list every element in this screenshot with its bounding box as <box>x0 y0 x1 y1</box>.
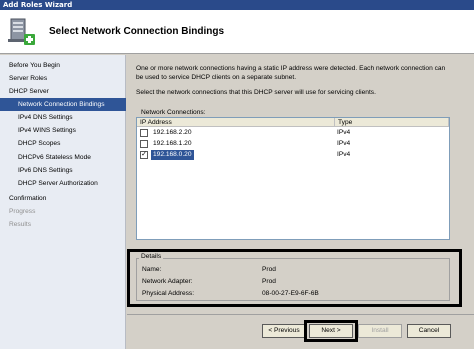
column-header-type[interactable]: Type <box>335 118 449 127</box>
sidebar-item-network-connection-bindings[interactable]: Network Connection Bindings <box>0 98 126 111</box>
details-adapter-value: Prod <box>262 278 276 285</box>
sidebar-item-ipv4-dns-settings[interactable]: IPv4 DNS Settings <box>0 111 126 124</box>
connection-row[interactable]: 192.168.2.20 IPv4 <box>137 128 449 138</box>
sidebar-item-confirmation[interactable]: Confirmation <box>0 192 126 205</box>
sidebar-item-dhcp-server-authorization[interactable]: DHCP Server Authorization <box>0 177 126 190</box>
connection-checkbox[interactable] <box>140 140 148 148</box>
description-line-1: One or more network connections having a… <box>136 65 446 72</box>
wizard-sidebar: Before You Begin Server Roles DHCP Serve… <box>0 55 126 349</box>
network-connections-list[interactable]: IP Address Type 192.168.2.20 IPv4 192.16… <box>136 117 450 240</box>
network-server-add-icon <box>8 18 35 45</box>
connection-row[interactable]: 192.168.1.20 IPv4 <box>137 139 449 149</box>
sidebar-item-results: Results <box>9 221 31 228</box>
next-button[interactable]: Next > <box>309 324 353 338</box>
instruction-text: Select the network connections that this… <box>136 89 376 96</box>
sidebar-item-server-roles[interactable]: Server Roles <box>0 72 126 85</box>
connection-ip: 192.168.0.20 <box>151 150 194 160</box>
sidebar-item-ipv4-wins-settings[interactable]: IPv4 WINS Settings <box>0 124 126 137</box>
window-title: Add Roles Wizard <box>0 0 474 10</box>
footer-separator <box>127 314 474 315</box>
details-adapter-label: Network Adapter: <box>142 278 193 285</box>
cancel-button[interactable]: Cancel <box>407 324 451 338</box>
network-connections-label: Network Connections: <box>141 109 206 116</box>
previous-button[interactable]: < Previous <box>262 324 306 338</box>
details-name-value: Prod <box>262 266 276 273</box>
connection-type: IPv4 <box>337 151 351 158</box>
connection-ip: 192.168.2.20 <box>153 129 192 136</box>
wizard-header: Select Network Connection Bindings <box>0 10 474 54</box>
sidebar-item-progress: Progress <box>9 208 36 215</box>
details-mac-label: Physical Address: <box>142 290 195 297</box>
sidebar-item-ipv6-dns-settings[interactable]: IPv6 DNS Settings <box>0 164 126 177</box>
sidebar-item-dhcpv6-stateless-mode[interactable]: DHCPv6 Stateless Mode <box>0 151 126 164</box>
sidebar-item-dhcp-server[interactable]: DHCP Server <box>0 85 126 98</box>
details-name-label: Name: <box>142 266 162 273</box>
connection-checkbox-checked[interactable]: ✓ <box>140 151 148 159</box>
connection-ip: 192.168.1.20 <box>153 140 192 147</box>
sidebar-item-dhcp-scopes[interactable]: DHCP Scopes <box>0 137 126 150</box>
details-mac-value: 08-00-27-E9-6F-6B <box>262 290 319 297</box>
page-title: Select Network Connection Bindings <box>49 26 225 37</box>
connection-row[interactable]: ✓ 192.168.0.20 IPv4 <box>137 150 449 160</box>
column-header-ip-address[interactable]: IP Address <box>137 118 335 127</box>
connection-type: IPv4 <box>337 129 351 136</box>
install-button: Install <box>358 324 402 338</box>
connection-type: IPv4 <box>337 140 351 147</box>
details-legend: Details <box>139 253 164 260</box>
connection-checkbox[interactable] <box>140 129 148 137</box>
description-line-2: be used to service DHCP clients on a sep… <box>136 74 297 81</box>
sidebar-item-before-you-begin[interactable]: Before You Begin <box>0 59 126 72</box>
